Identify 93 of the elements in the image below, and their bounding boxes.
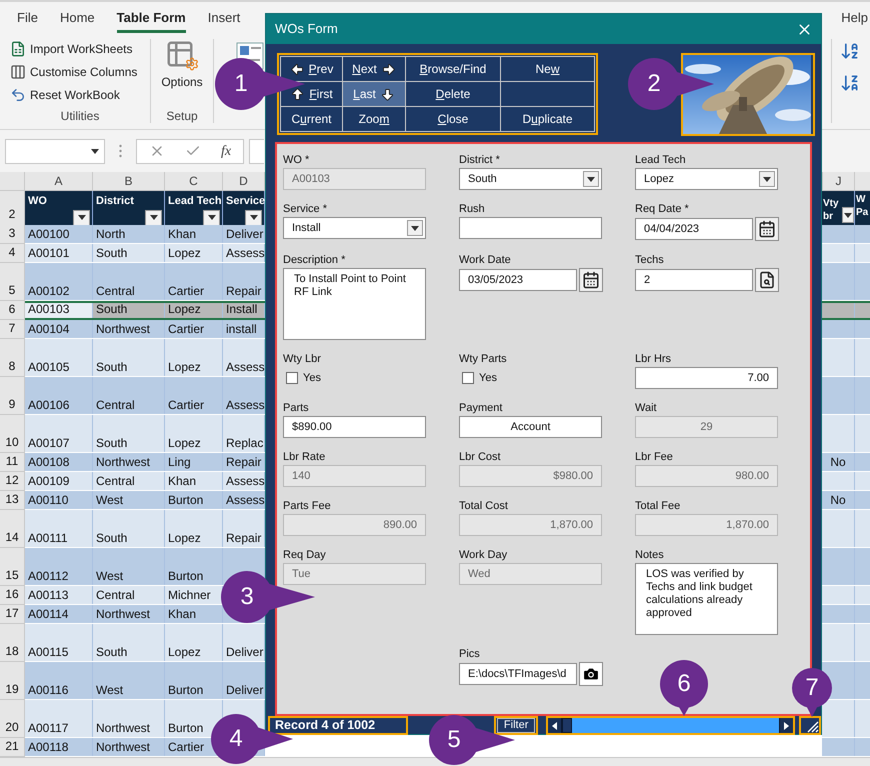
table-cell: A00111 — [25, 510, 93, 547]
field-label: Req Day — [283, 548, 327, 563]
table-cell: West — [93, 662, 165, 699]
table-cell: Khan — [165, 472, 223, 490]
table-cell: A00103 — [25, 303, 93, 318]
field-label: Total Cost — [459, 499, 509, 514]
table-cell: Lopez — [165, 244, 223, 262]
field-label: Lbr Rate — [283, 450, 326, 465]
field-label: Service * — [283, 202, 328, 217]
table-cell: A00108 — [25, 453, 93, 471]
table-cell: A00101 — [25, 244, 93, 262]
table-cell: Northwest — [93, 320, 165, 338]
table-cell: A00105 — [25, 339, 93, 376]
table-cell: West — [93, 491, 165, 509]
table-cell: A00112 — [25, 548, 93, 585]
table-cell: South — [93, 510, 165, 547]
field-label: Rush — [459, 202, 486, 217]
table-cell: Lopez — [165, 624, 223, 661]
field-label: Lead Tech — [635, 153, 687, 168]
group-label: Utilities — [60, 108, 100, 125]
table-cell: South — [93, 415, 165, 452]
table-cell: A00109 — [25, 472, 93, 490]
table-cell: A00113 — [25, 586, 93, 604]
table-cell: Northwest — [93, 453, 165, 471]
callout-tooltip: 7 — [792, 668, 832, 717]
table-cell: A00118 — [25, 738, 93, 756]
field-label: Techs — [635, 253, 665, 268]
table-cell: A00100 — [25, 225, 93, 243]
table-cell: Lopez — [165, 510, 223, 547]
column-header: Vty br — [823, 197, 840, 223]
field-label: Wty Lbr — [283, 352, 322, 367]
table-cell: Khan — [165, 225, 223, 243]
checkbox-label: Yes — [303, 370, 321, 386]
table-cell: A00114 — [25, 605, 93, 623]
column-header: Lead Tech — [168, 194, 220, 209]
table-cell: North — [93, 225, 165, 243]
callout-tooltip: 2 — [628, 58, 714, 110]
field-label: Parts Fee — [283, 499, 332, 514]
table-cell: A00115 — [25, 624, 93, 661]
table-cell: Central — [93, 472, 165, 490]
field-label: Lbr Fee — [635, 450, 674, 465]
table-cell: A00117 — [25, 700, 93, 737]
table-cell: Northwest — [93, 605, 165, 623]
field-label: Lbr Hrs — [635, 352, 672, 367]
table-cell: A00110 — [25, 491, 93, 509]
table-cell: West — [93, 548, 165, 585]
field-label: Total Fee — [635, 499, 682, 514]
field-label: Pics — [459, 647, 481, 662]
table-cell: Burton — [165, 491, 223, 509]
table-cell: Lopez — [165, 339, 223, 376]
field-label: Req Date * — [635, 202, 690, 217]
record-counter: Record 4 of 1002 — [275, 717, 376, 734]
table-cell: A00107 — [25, 415, 93, 452]
field-label: WO * — [283, 153, 310, 168]
table-cell: Lopez — [165, 303, 223, 318]
column-header: W Pa — [856, 193, 870, 219]
field-label: Lbr Cost — [459, 450, 502, 465]
table-cell: A00104 — [25, 320, 93, 338]
table-cell: South — [93, 339, 165, 376]
field-label: Description * — [283, 253, 346, 268]
table-cell: Central — [93, 586, 165, 604]
field-label: Payment — [459, 401, 504, 416]
table-cell: South — [93, 303, 165, 318]
table-cell: A00106 — [25, 377, 93, 414]
table-cell: Cartier — [165, 377, 223, 414]
table-cell: Burton — [165, 662, 223, 699]
table-cell: Burton — [165, 548, 223, 585]
field-label: Wty Parts — [459, 352, 508, 367]
table-cell: A00102 — [25, 263, 93, 300]
field-label: Parts — [283, 401, 310, 416]
callout-tooltip: 1 — [215, 58, 305, 110]
table-cell: Cartier — [165, 263, 223, 300]
table-cell: A00116 — [25, 662, 93, 699]
column-header: District — [96, 194, 135, 209]
group-label: Setup — [166, 108, 198, 125]
table-cell: Lopez — [165, 415, 223, 452]
column-header: WO — [28, 194, 48, 209]
callout-tooltip: 6 — [660, 660, 708, 716]
window-title: WOs Form — [275, 20, 339, 38]
field-label: District * — [459, 153, 501, 168]
table-cell: South — [93, 624, 165, 661]
table-cell: Northwest — [93, 700, 165, 737]
field-label: Work Date — [459, 253, 512, 268]
table-cell: Cartier — [165, 320, 223, 338]
field-label: Wait — [635, 401, 658, 416]
table-cell: Ling — [165, 453, 223, 471]
table-cell: Northwest — [93, 738, 165, 756]
field-label: Work Day — [459, 548, 508, 563]
checkbox-label: Yes — [479, 370, 497, 386]
table-cell: South — [93, 244, 165, 262]
field-label: Notes — [635, 548, 665, 563]
table-cell: Central — [93, 263, 165, 300]
table-cell: Central — [93, 377, 165, 414]
